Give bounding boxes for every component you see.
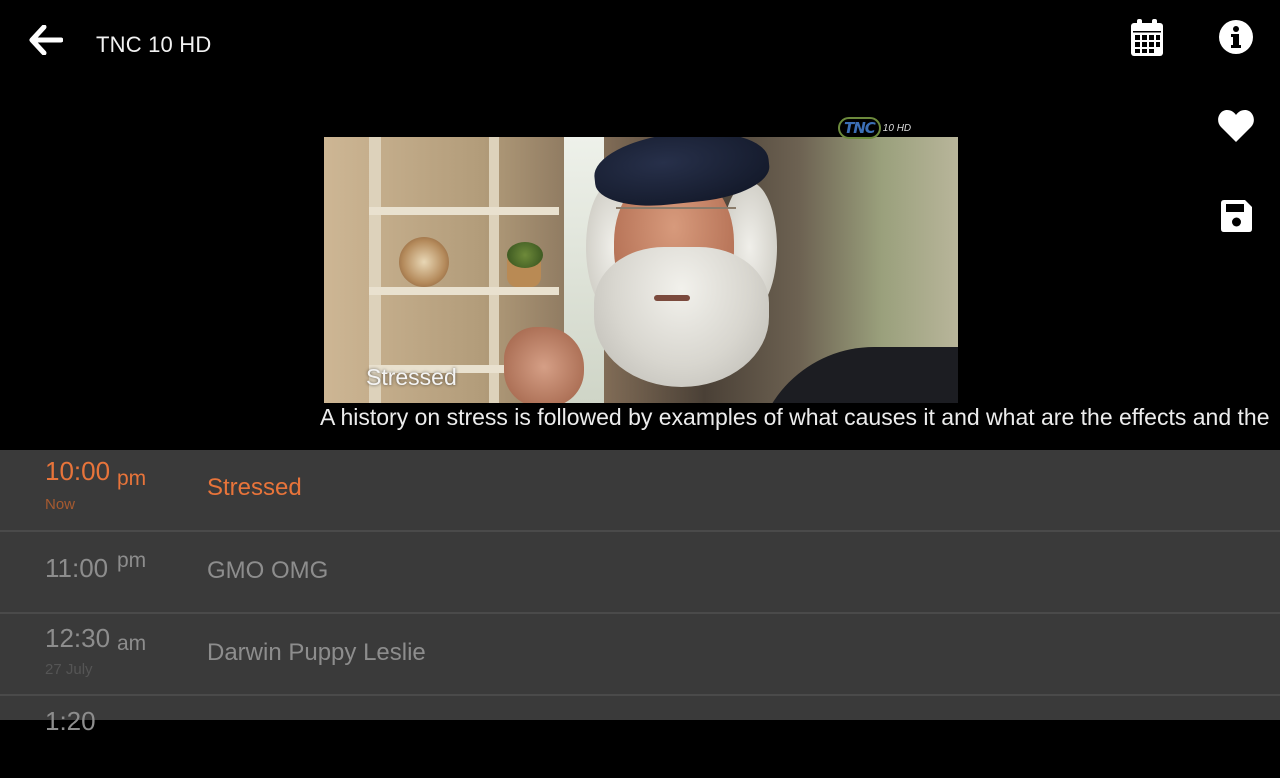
channel-logo: TNC 10 HD [838, 117, 928, 139]
schedule-row[interactable]: 12:30 am 27 July Darwin Puppy Leslie [0, 614, 1280, 696]
record-button[interactable] [1214, 194, 1258, 238]
shelf [369, 207, 559, 215]
schedule-sub: 27 July [45, 661, 93, 678]
shelf-post [489, 137, 499, 403]
schedule-ampm: pm [117, 549, 147, 572]
heart-icon [1218, 110, 1254, 142]
calendar-icon [1131, 19, 1163, 56]
mouth [654, 295, 690, 301]
video-caption: Stressed [366, 364, 457, 390]
schedule-time: 1:20 [45, 706, 96, 736]
schedule-ampm: pm [117, 467, 147, 490]
floppy-disk-icon [1221, 200, 1252, 232]
schedule-time: 10:00 [45, 456, 111, 486]
glasses [616, 207, 736, 221]
logo-suffix: 10 HD [882, 122, 912, 134]
back-button[interactable] [24, 20, 68, 60]
shelf [369, 287, 559, 295]
beard [594, 247, 769, 387]
plant [507, 242, 543, 268]
info-circle-icon [1219, 20, 1253, 54]
logo-mark: TNC [838, 117, 881, 139]
schedule-row[interactable]: 10:00 pm Now Stressed [0, 450, 1280, 532]
schedule-row[interactable]: 11:00 pm GMO OMG [0, 532, 1280, 614]
channel-title: TNC 10 HD [96, 32, 212, 57]
person-body [754, 347, 958, 403]
arrow-left-icon [29, 25, 63, 55]
schedule-title: Stressed [207, 474, 302, 501]
info-button[interactable] [1214, 15, 1258, 59]
schedule-title: Darwin Puppy Leslie [207, 639, 426, 666]
schedule-time: 11:00 [45, 553, 109, 583]
schedule-list: 10:00 pm Now Stressed 11:00 pm GMO OMG 1… [0, 450, 1280, 736]
schedule-button[interactable] [1125, 16, 1169, 60]
player-area: TNC 10 HD TNC 10 HD Stressed A history o… [0, 0, 1280, 450]
favorite-button[interactable] [1214, 104, 1258, 148]
schedule-time: 12:30 [45, 623, 111, 653]
program-description: A history on stress is followed by examp… [320, 404, 1270, 430]
schedule-ampm: am [117, 632, 147, 655]
schedule-sub: Now [45, 496, 76, 513]
hand [504, 327, 584, 403]
schedule-row[interactable]: 1:20 [0, 696, 1280, 778]
schedule-title: GMO OMG [207, 557, 329, 584]
decorative-plate [399, 237, 449, 287]
